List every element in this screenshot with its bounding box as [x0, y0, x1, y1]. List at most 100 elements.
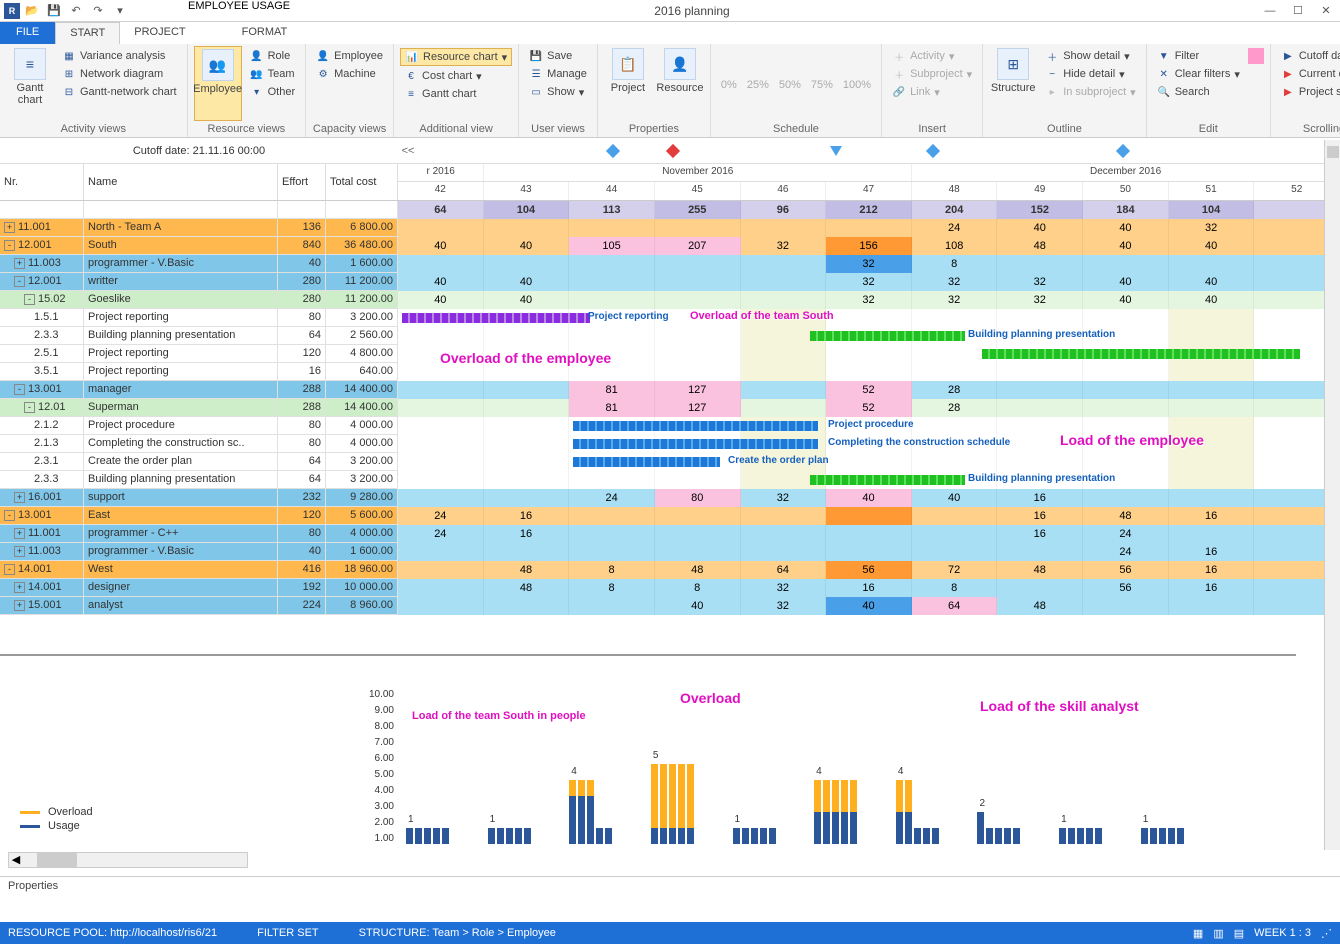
variance-analysis-button[interactable]: ▦Variance analysis [58, 48, 181, 64]
employee-view-button[interactable]: 👥Employee [194, 46, 242, 121]
resource-chart-button[interactable]: 📊Resource chart ▾ [400, 48, 512, 66]
table-row[interactable]: 3.5.1Project reporting16640.00 [0, 363, 1340, 381]
gantt-bar[interactable] [573, 439, 818, 449]
gantt-chart-button[interactable]: ≡Gantt chart [6, 46, 54, 121]
hide-detail-button[interactable]: −Hide detail ▾ [1041, 66, 1140, 82]
clear-filters-button[interactable]: ✕Clear filters ▾ [1153, 66, 1244, 82]
table-row[interactable]: +11.001programmer - C++804 000.002416162… [0, 525, 1340, 543]
horizontal-scrollbar[interactable]: ◀ [8, 852, 248, 868]
table-row[interactable]: -12.001South84036 480.004040105207321561… [0, 237, 1340, 255]
show-views-button[interactable]: ▭Show ▾ [525, 84, 591, 100]
other-button[interactable]: ▾Other [246, 84, 300, 100]
month-cell: r 2016 [398, 164, 484, 181]
addl-gantt-button[interactable]: ≡Gantt chart [400, 86, 512, 102]
qat-redo-icon[interactable]: ↷ [90, 3, 106, 19]
structure-button[interactable]: ⊞Structure [989, 46, 1037, 121]
timescale-back[interactable]: << [398, 145, 418, 157]
tree-toggle[interactable]: - [14, 384, 25, 395]
tab-project[interactable]: PROJECT [120, 22, 199, 44]
table-row[interactable]: -13.001manager28814 400.00811275228 [0, 381, 1340, 399]
properties-panel-header[interactable]: Properties [0, 876, 1340, 896]
save-view-button[interactable]: 💾Save [525, 48, 591, 64]
tree-toggle[interactable]: + [14, 258, 25, 269]
gantt-bar[interactable] [982, 349, 1300, 359]
show-detail-button[interactable]: ＋Show detail ▾ [1041, 48, 1140, 64]
capacity-employee-button[interactable]: 👤Employee [312, 48, 387, 64]
table-row[interactable]: -13.001East1205 600.002416164816 [0, 507, 1340, 525]
col-cost[interactable]: Total cost [326, 164, 398, 200]
col-nr[interactable]: Nr. [0, 164, 84, 200]
table-row[interactable]: 1.5.1Project reporting803 200.00Project … [0, 309, 1340, 327]
manage-views-button[interactable]: ☰Manage [525, 66, 591, 82]
table-row[interactable]: -12.001writter28011 200.0040403232324040 [0, 273, 1340, 291]
col-name[interactable]: Name [84, 164, 278, 200]
gantt-bar[interactable] [810, 331, 965, 341]
anno-overload-emp: Overload of the employee [440, 350, 611, 366]
table-row[interactable]: +14.001designer19210 000.004888321685616 [0, 579, 1340, 597]
status-icon-1[interactable]: ▦ [1193, 927, 1203, 940]
status-resize-icon[interactable]: ⋰ [1321, 927, 1332, 940]
gantt-bar[interactable] [573, 457, 720, 467]
gantt-bar[interactable] [573, 421, 818, 431]
resource-props-button[interactable]: 👤Resource [656, 46, 704, 121]
tree-toggle[interactable]: - [14, 276, 25, 287]
table-row[interactable]: 2.3.3Building planning presentation643 2… [0, 471, 1340, 489]
eraser-icon[interactable] [1248, 48, 1264, 64]
tree-toggle[interactable]: - [24, 402, 35, 413]
table-row[interactable]: +11.003programmer - V.Basic401 600.00328 [0, 255, 1340, 273]
tree-toggle[interactable]: + [14, 492, 25, 503]
table-row[interactable]: 2.5.1Project reporting1204 800.00 [0, 345, 1340, 363]
tree-toggle[interactable]: - [4, 564, 15, 575]
tab-file[interactable]: FILE [0, 22, 55, 44]
tree-toggle[interactable]: + [4, 222, 15, 233]
tree-toggle[interactable]: - [4, 240, 15, 251]
tree-toggle[interactable]: + [14, 546, 25, 557]
app-icon: R [4, 3, 20, 19]
table-row[interactable]: 2.3.3Building planning presentation642 5… [0, 327, 1340, 345]
table-row[interactable]: +11.003programmer - V.Basic401 600.00241… [0, 543, 1340, 561]
filter-button[interactable]: ▼Filter [1153, 48, 1244, 64]
gantt-network-chart-button[interactable]: ⊟Gantt-network chart [58, 84, 181, 100]
tree-toggle[interactable]: - [4, 510, 15, 521]
project-start-button[interactable]: ▶Project start ▾ [1277, 84, 1340, 100]
tab-format[interactable]: FORMAT [228, 22, 302, 44]
table-row[interactable]: +16.001support2329 280.00248032404016 [0, 489, 1340, 507]
table-row[interactable]: +11.001North - Team A1366 800.0024404032 [0, 219, 1340, 237]
gantt-bar[interactable] [810, 475, 965, 485]
col-effort[interactable]: Effort [278, 164, 326, 200]
project-props-button[interactable]: 📋Project [604, 46, 652, 121]
team-button[interactable]: 👥Team [246, 66, 300, 82]
tab-start[interactable]: START [55, 22, 120, 44]
vertical-scrollbar[interactable] [1324, 140, 1340, 850]
current-date-button[interactable]: ▶Current date [1277, 66, 1340, 82]
tree-toggle[interactable]: + [14, 600, 25, 611]
cost-chart-button[interactable]: €Cost chart ▾ [400, 68, 512, 84]
month-cell: November 2016 [484, 164, 912, 181]
table-row[interactable]: +15.001analyst2248 960.004032406448 [0, 597, 1340, 615]
gantt-bar[interactable] [402, 313, 590, 323]
capacity-machine-button[interactable]: ⚙Machine [312, 66, 387, 82]
cutoff-date-button[interactable]: ▶Cutoff date [1277, 48, 1340, 64]
table-row[interactable]: -15.02Goeslike28011 200.0040403232324040 [0, 291, 1340, 309]
maximize-button[interactable]: ☐ [1284, 1, 1312, 21]
status-icon-2[interactable]: ▥ [1213, 927, 1223, 940]
qat-open-icon[interactable]: 📂 [24, 3, 40, 19]
role-button[interactable]: 👤Role [246, 48, 300, 64]
qat-undo-icon[interactable]: ↶ [68, 3, 84, 19]
chart-area: 1.002.003.004.005.006.007.008.009.0010.0… [0, 654, 1296, 852]
close-button[interactable]: ✕ [1312, 1, 1340, 21]
status-icon-3[interactable]: ▤ [1234, 927, 1244, 940]
table-row[interactable]: 2.3.1Create the order plan643 200.00Crea… [0, 453, 1340, 471]
tree-toggle[interactable]: + [14, 582, 25, 593]
table-row[interactable]: -12.01Superman28814 400.00811275228 [0, 399, 1340, 417]
qat-customize-icon[interactable]: ▾ [112, 3, 128, 19]
week-cell: 47 [826, 182, 912, 200]
tree-toggle[interactable]: + [14, 528, 25, 539]
minimize-button[interactable]: — [1256, 1, 1284, 21]
tree-toggle[interactable]: - [24, 294, 35, 305]
search-button[interactable]: 🔍Search [1153, 84, 1244, 100]
month-cell: December 2016 [912, 164, 1340, 181]
qat-save-icon[interactable]: 💾 [46, 3, 62, 19]
table-row[interactable]: -14.001West41618 960.0048848645672485616 [0, 561, 1340, 579]
network-diagram-button[interactable]: ⊞Network diagram [58, 66, 181, 82]
